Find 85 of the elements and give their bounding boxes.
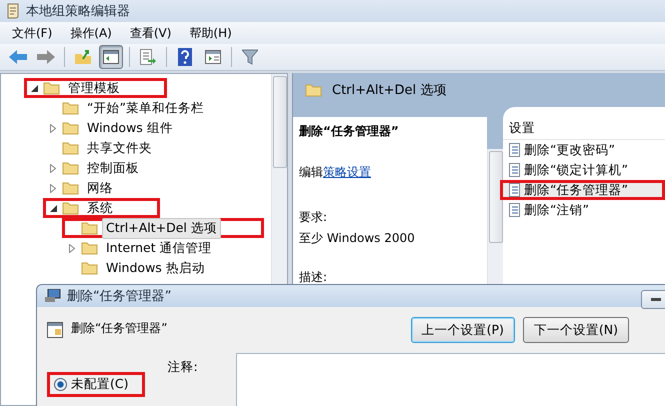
column-header[interactable]: 设置 [503,117,665,140]
requirements-text: 至少 Windows 2000 [299,230,416,247]
tree-item-label: Windows 组件 [86,118,174,136]
collapse-icon[interactable] [30,84,38,92]
folder-icon [62,101,79,115]
collapse-icon[interactable] [50,204,56,212]
computer-icon [45,289,61,303]
radio-option[interactable]: 未配置(C) [47,372,146,396]
expand-icon[interactable] [50,164,56,172]
folder-icon [305,83,322,97]
menu-item[interactable]: 查看(V) [122,22,180,44]
menu-item[interactable]: 帮助(H) [181,22,240,44]
folder-up-icon[interactable] [74,49,92,65]
back-arrow-icon[interactable] [9,50,27,64]
policy-icon [509,143,520,157]
menu-item[interactable]: 操作(A) [62,22,120,44]
policy-icon [509,203,520,217]
setting-title: 删除“任务管理器” [299,123,400,140]
tree-item-label: 网络 [86,178,114,196]
tree-item[interactable]: 网络 [43,178,122,198]
expand-icon[interactable] [50,124,56,132]
setting-row[interactable]: 删除“注销” [500,200,665,220]
tree-item[interactable]: “开始”菜单和任务栏 [43,98,213,118]
tree-item-label: 共享文件夹 [86,138,153,156]
radio-label: 未配置(C) [71,376,128,392]
comment-field[interactable] [236,353,665,406]
description-label: 描述: [299,269,328,286]
folder-icon [62,181,79,195]
nav-button[interactable]: 下一个设置(N) [522,317,629,343]
tree-item[interactable]: 控制面板 [43,158,148,178]
filter-icon[interactable] [242,49,258,65]
comment-label: 注释: [167,358,198,376]
edit-label: 编辑 [299,164,323,181]
tree-item-label: Ctrl+Alt+Del 选项 [102,218,221,238]
setting-label: 删除“更改密码” [524,142,615,158]
export-list-icon[interactable] [140,49,156,65]
tree-item-label: 控制面板 [86,158,140,176]
tree-item[interactable]: Windows 热启动 [62,258,214,278]
help-icon[interactable] [178,48,192,66]
folder-icon [62,121,79,135]
setting-label: 删除“任务管理器” [524,182,628,198]
policy-icon [509,183,520,197]
folder-icon [43,81,60,95]
minimize-icon [651,298,661,301]
expand-icon[interactable] [69,244,75,252]
panel-icon[interactable] [205,50,221,64]
setting-row[interactable]: 删除“锁定计算机” [500,160,665,180]
folder-icon [62,161,79,175]
toolbar-button[interactable] [99,45,123,69]
scroll-icon [6,3,20,19]
policy-settings-link[interactable]: 策略设置 [323,164,371,185]
tree-item[interactable]: 管理模板 [24,78,167,98]
policy-window-icon [47,322,63,338]
setting-label: 删除“注销” [524,202,589,218]
minimize-button[interactable] [641,290,665,309]
tree-item[interactable]: Internet 通信管理 [62,238,221,258]
panel-icon[interactable] [103,50,119,64]
folder-icon [81,241,98,255]
tree-item-label: “开始”菜单和任务栏 [86,98,205,116]
folder-icon [81,261,98,275]
setting-row[interactable]: 删除“任务管理器” [500,180,665,200]
dialog-title: 删除“任务管理器” [67,288,172,305]
folder-icon [62,201,79,215]
tree-item-label: Windows 热启动 [105,258,206,276]
tree-item-label: 系统 [86,198,114,216]
folder-icon [62,141,79,155]
folder-icon [81,221,98,235]
tree-item[interactable]: Ctrl+Alt+Del 选项 [62,218,264,238]
tree-item[interactable]: 共享文件夹 [43,138,161,158]
setting-row[interactable]: 删除“更改密码” [500,140,665,160]
tree-item-label: Internet 通信管理 [105,238,213,256]
setting-label: 删除“锁定计算机” [524,162,628,178]
menu-item[interactable]: 文件(F) [4,22,60,44]
dialog-heading: 删除“任务管理器” [71,320,168,336]
tree-item[interactable]: 系统 [43,198,160,218]
requirements-label: 要求: [299,209,328,226]
window-title: 本地组策略编辑器 [26,3,130,20]
tree-item[interactable]: Windows 组件 [43,118,182,138]
expand-icon[interactable] [50,184,56,192]
pane-header-title: Ctrl+Alt+Del 选项 [332,82,446,99]
policy-icon [509,163,520,177]
forward-arrow-icon[interactable] [37,50,55,64]
tree-item-label: 管理模板 [67,78,121,96]
nav-button[interactable]: 上一个设置(P) [410,317,515,343]
radio-button[interactable] [54,378,67,390]
